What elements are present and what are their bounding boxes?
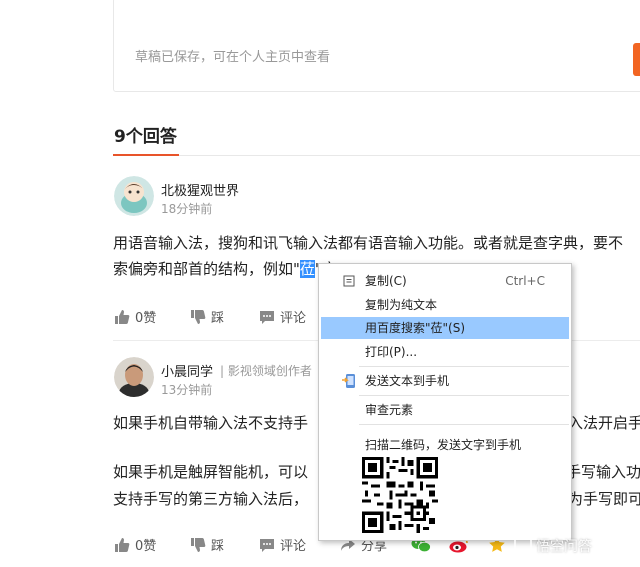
answer-text-line: 手写输入功能 xyxy=(566,463,640,481)
answer-time: 18分钟前 xyxy=(161,202,213,216)
avatar[interactable] xyxy=(114,357,154,397)
dislike-label: 踩 xyxy=(211,311,225,326)
like-count: 0赞 xyxy=(135,539,157,554)
thumbs-up-icon xyxy=(115,309,130,324)
answer-text-line: 为手写即可 xyxy=(568,490,640,508)
answer-text-line: 如果手机自带输入法不支持手 xyxy=(113,414,309,432)
answers-tab-underline xyxy=(113,154,179,156)
comment-button[interactable]: 评论 xyxy=(259,535,306,554)
selected-text: 莅 xyxy=(299,260,315,278)
answer-text-line: 入法开启手 xyxy=(568,414,640,432)
answers-count-heading: 9个回答 xyxy=(114,127,177,147)
answer-text-line: 如果手机是触屏智能机，可以 xyxy=(113,463,309,481)
context-menu-item-copy-plain-text[interactable]: 复制为纯文本 xyxy=(321,294,569,316)
dislike-button[interactable]: 踩 xyxy=(190,535,224,554)
context-menu-label: 用百度搜索"莅"(S) xyxy=(365,321,466,335)
context-menu-label: 复制为纯文本 xyxy=(365,298,438,312)
context-menu-item-print[interactable]: 打印(P)... xyxy=(321,341,569,363)
comment-icon xyxy=(260,310,274,324)
dislike-label: 踩 xyxy=(211,539,225,554)
context-menu-item-send-to-phone[interactable]: 发送文本到手机 xyxy=(321,370,569,392)
watermark-text: 悟空问答 xyxy=(536,539,592,555)
copy-icon xyxy=(343,275,355,287)
like-count: 0赞 xyxy=(135,311,157,326)
comment-button[interactable]: 评论 xyxy=(259,307,306,326)
watermark: 悟空问答 xyxy=(513,536,592,556)
comment-icon xyxy=(260,538,274,552)
answer-text-line: 支持手写的第三方输入法后， xyxy=(113,490,309,508)
dislike-button[interactable]: 踩 xyxy=(190,307,224,326)
comment-label: 评论 xyxy=(280,311,307,326)
answer-editor-box: 草稿已保存，可在个人主页中查看 xyxy=(113,0,640,92)
answer-text-line: 索偏旁和部首的结构，例如"莅"字 xyxy=(113,256,337,282)
thumbs-down-icon xyxy=(191,537,206,552)
like-button[interactable]: 0赞 xyxy=(114,535,156,554)
avatar[interactable] xyxy=(114,176,154,216)
thumbs-up-icon xyxy=(115,537,130,552)
context-menu: 复制(C) Ctrl+C 复制为纯文本 用百度搜索"莅"(S) 打印(P)...… xyxy=(318,263,572,541)
draft-status-text: 草稿已保存，可在个人主页中查看 xyxy=(135,50,331,65)
context-menu-separator xyxy=(359,424,569,425)
answers-divider xyxy=(113,155,640,156)
answer-text-segment: 索偏旁和部首的结构，例如" xyxy=(113,260,300,278)
answer-time: 13分钟前 xyxy=(161,383,213,397)
publish-button[interactable] xyxy=(633,43,640,76)
context-menu-separator xyxy=(359,395,569,396)
context-menu-label: 审查元素 xyxy=(365,403,414,417)
watermark-logo-icon xyxy=(514,538,532,555)
context-menu-item-copy[interactable]: 复制(C) Ctrl+C xyxy=(321,270,569,292)
qr-code-image xyxy=(362,457,438,533)
like-button[interactable]: 0赞 xyxy=(114,307,156,326)
author-name[interactable]: 小晨同学 xyxy=(161,361,213,380)
context-menu-item-baidu-search[interactable]: 用百度搜索"莅"(S) xyxy=(321,317,569,339)
thumbs-down-icon xyxy=(191,309,206,324)
context-menu-item-inspect[interactable]: 审查元素 xyxy=(321,399,569,421)
context-menu-label: 复制(C) xyxy=(365,274,407,288)
send-to-phone-icon xyxy=(342,374,355,388)
avatar-image xyxy=(114,176,154,216)
answer-text-line: 用语音输入法，搜狗和讯飞输入法都有语音输入功能。或者就是查字典，要不 xyxy=(113,234,624,252)
context-menu-label: 发送文本到手机 xyxy=(365,374,450,388)
avatar-image xyxy=(114,357,154,397)
qr-code-label: 扫描二维码，发送文字到手机 xyxy=(365,438,522,452)
comment-label: 评论 xyxy=(280,539,307,554)
author-description: | 影视领域创作者 xyxy=(220,364,312,378)
author-name[interactable]: 北极猩观世界 xyxy=(161,180,239,199)
context-menu-label: 打印(P)... xyxy=(365,345,418,359)
context-menu-separator xyxy=(359,366,569,367)
context-menu-shortcut: Ctrl+C xyxy=(505,274,545,288)
